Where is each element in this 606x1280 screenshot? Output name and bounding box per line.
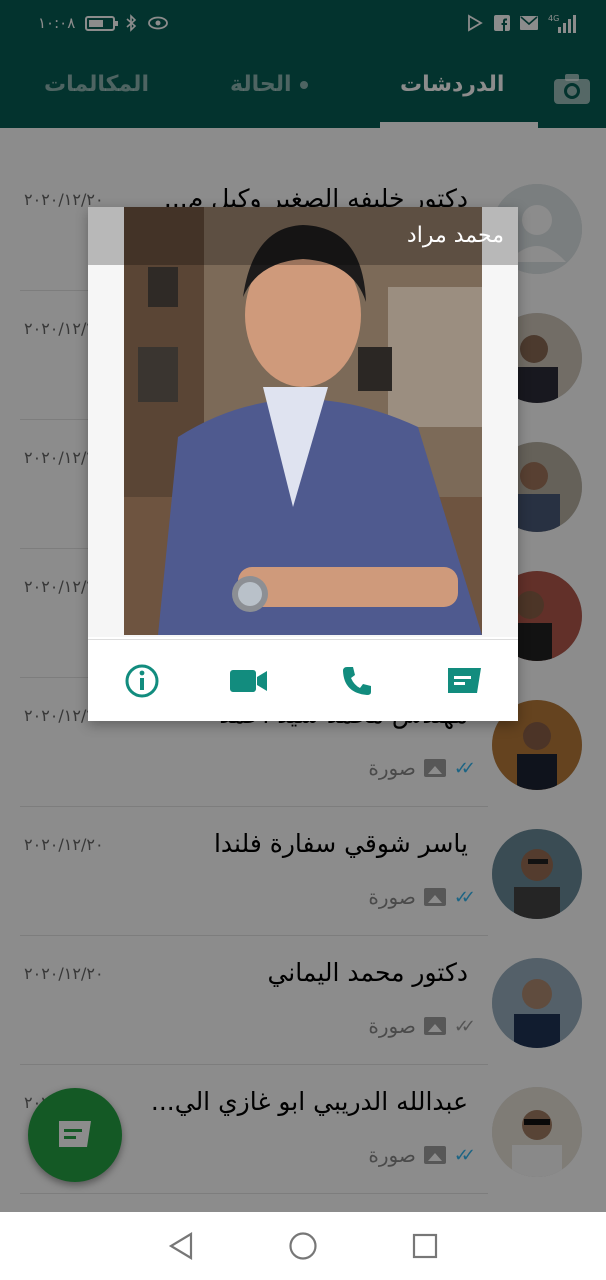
phone-icon [342, 666, 371, 695]
profile-popup: محمد مراد [88, 207, 518, 721]
voice-call-button[interactable] [332, 656, 382, 706]
profile-photo[interactable] [88, 207, 518, 637]
contact-name: محمد مراد [406, 223, 504, 248]
video-icon [230, 669, 268, 692]
message-button[interactable] [439, 656, 489, 706]
popup-actions [88, 639, 518, 721]
popup-title-bar: محمد مراد [88, 207, 518, 265]
message-icon [448, 667, 482, 693]
back-icon[interactable] [167, 1231, 195, 1261]
video-call-button[interactable] [224, 656, 274, 706]
home-icon[interactable] [288, 1231, 318, 1261]
info-button[interactable] [117, 656, 167, 706]
system-nav-bar [0, 1212, 606, 1280]
info-icon [125, 664, 159, 697]
recents-icon[interactable] [411, 1232, 439, 1260]
